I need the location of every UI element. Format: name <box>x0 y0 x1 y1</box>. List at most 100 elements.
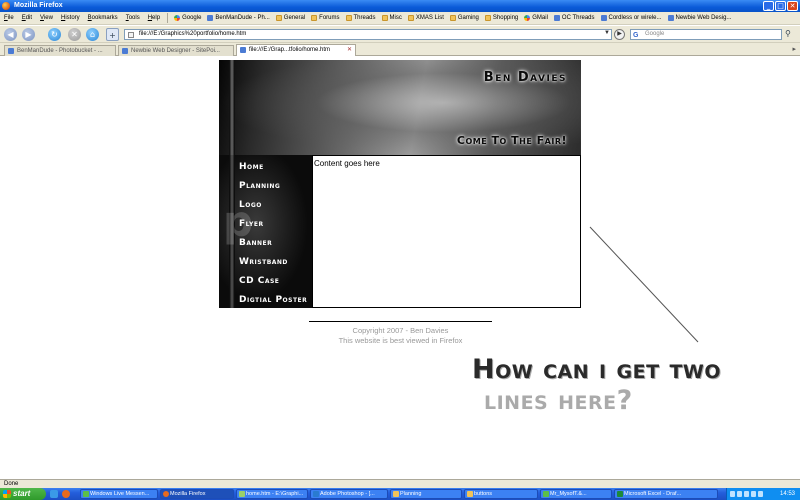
close-button[interactable]: ✕ <box>787 1 798 11</box>
bookmark-google[interactable]: Google <box>171 15 204 21</box>
bookmark-gmail[interactable]: GMail <box>521 15 551 21</box>
bookmark-xmas-list[interactable]: XMAS List <box>405 15 447 21</box>
bookmark-label: General <box>283 15 306 21</box>
bookmark-oc-threads[interactable]: OC Threads <box>551 15 598 21</box>
task-mozilla-firefox[interactable]: Mozilla Firefox <box>160 489 234 499</box>
page-icon <box>8 48 14 54</box>
taskbar: start Windows Live Messen... Mozilla Fir… <box>0 488 800 500</box>
messenger-icon <box>543 491 549 497</box>
menu-history[interactable]: History <box>57 15 84 21</box>
status-bar: Done <box>0 479 800 488</box>
task-windows-live-messenger[interactable]: Windows Live Messen... <box>80 489 158 499</box>
page-icon <box>240 47 246 53</box>
firefox-icon <box>163 491 169 497</box>
tray-icons <box>730 491 763 497</box>
page-icon <box>667 15 674 21</box>
tray-network-icon[interactable] <box>730 491 735 497</box>
bookmark-misc[interactable]: Misc <box>379 15 405 21</box>
bookmark-gaming[interactable]: Gaming <box>447 15 482 21</box>
menu-edit[interactable]: Edit <box>18 15 36 21</box>
folder-icon <box>275 15 282 21</box>
bookmark-label: Forums <box>319 15 340 21</box>
page-icon <box>600 15 607 21</box>
task-home-htm-editor[interactable]: home.htm - E:\Graphi... <box>236 489 308 499</box>
tray-antivirus-icon[interactable] <box>751 491 756 497</box>
task-label: buttons <box>474 491 493 497</box>
new-tab-button[interactable]: + <box>106 28 119 41</box>
clock[interactable]: 14:53 <box>780 491 795 497</box>
bookmark-benmandude[interactable]: BenManDude - Ph... <box>204 15 272 21</box>
task-buttons-folder[interactable]: buttons <box>464 489 538 499</box>
task-microsoft-excel[interactable]: Microsoft Excel - Draf... <box>614 489 718 499</box>
search-icon[interactable]: ⚲ <box>785 29 791 38</box>
task-label: Planning <box>400 491 422 497</box>
tab-bar: BenManDude - Photobucket - ... Newbie We… <box>0 43 800 56</box>
task-planning-folder[interactable]: Planning <box>390 489 462 499</box>
messenger-icon <box>83 491 89 497</box>
bookmark-newbie-web[interactable]: Newbie Web Desig... <box>665 15 735 21</box>
status-text: Done <box>4 481 19 487</box>
stop-button[interactable]: ✕ <box>68 28 81 41</box>
bookmark-threads[interactable]: Threads <box>343 15 379 21</box>
windows-logo-icon <box>3 490 11 498</box>
quicklaunch-firefox-icon[interactable] <box>62 490 70 498</box>
google-icon <box>524 15 531 21</box>
start-button[interactable]: start <box>0 488 46 500</box>
bookmark-label: Threads <box>353 15 376 21</box>
tray-volume-icon[interactable] <box>737 491 742 497</box>
task-label: Microsoft Excel - Draf... <box>624 491 682 497</box>
bookmark-shopping[interactable]: Shopping <box>482 15 521 21</box>
url-dropdown-icon[interactable]: ▼ <box>604 30 610 36</box>
tab-list-icon[interactable]: ▸ <box>792 45 796 53</box>
quicklaunch-ie-icon[interactable] <box>50 490 58 498</box>
bookmark-forums[interactable]: Forums <box>308 15 342 21</box>
tray-update-icon[interactable] <box>758 491 763 497</box>
toolbar-separator <box>167 13 169 23</box>
menu-bookmarks[interactable]: Bookmarks <box>84 15 122 21</box>
folder-icon <box>345 15 352 21</box>
menu-view[interactable]: View <box>36 15 57 21</box>
folder-icon <box>484 15 491 21</box>
back-button[interactable]: ◀ <box>4 28 17 41</box>
folder-icon <box>381 15 388 21</box>
menu-file[interactable]: File <box>0 15 18 21</box>
maximize-button[interactable]: □ <box>775 1 786 11</box>
bookmark-cordless[interactable]: Cordless or wirele... <box>598 15 665 21</box>
annotation-line-1: How can i get two <box>472 354 722 385</box>
search-placeholder: Google <box>645 31 665 37</box>
menu-bar: File Edit View History Bookmarks Tools H… <box>0 12 800 25</box>
tab-photobucket[interactable]: BenManDude - Photobucket - ... <box>4 45 116 56</box>
home-button[interactable]: ⌂ <box>86 28 99 41</box>
address-bar[interactable]: file:///E:/Graphics%20portfolio/home.htm <box>124 29 612 40</box>
bookmark-general[interactable]: General <box>273 15 308 21</box>
page-icon <box>207 15 214 21</box>
window-title-bar: Mozilla Firefox _ □ ✕ <box>0 0 800 12</box>
window-controls: _ □ ✕ <box>763 1 798 11</box>
tab-sitepoint[interactable]: Newbie Web Designer - SitePoi... <box>118 45 234 56</box>
system-tray: 14:53 <box>726 488 800 500</box>
annotation-line <box>589 226 699 343</box>
tab-label: BenManDude - Photobucket - ... <box>17 48 103 54</box>
task-label: Mr_MysofT.&... <box>550 491 587 497</box>
bookmark-label: BenManDude - Ph... <box>215 15 270 21</box>
task-adobe-photoshop[interactable]: Adobe Photoshop - [... <box>310 489 388 499</box>
go-button[interactable]: ▶ <box>614 29 625 40</box>
forward-button[interactable]: ▶ <box>22 28 35 41</box>
reload-button[interactable]: ↻ <box>48 28 61 41</box>
bookmark-label: Misc <box>389 15 402 21</box>
folder-icon <box>311 15 318 21</box>
page-icon <box>122 48 128 54</box>
search-input[interactable]: G Google <box>630 29 782 40</box>
stop-icon: ✕ <box>71 30 78 39</box>
task-messenger-chat[interactable]: Mr_MysofT.&... <box>540 489 612 499</box>
minimize-button[interactable]: _ <box>763 1 774 11</box>
folder-icon <box>407 15 414 21</box>
annotation-line-2: lines here? <box>484 385 633 416</box>
menu-tools[interactable]: Tools <box>122 15 144 21</box>
tray-messenger-icon[interactable] <box>744 491 749 497</box>
close-tab-icon[interactable]: ✕ <box>347 45 352 55</box>
menu-help[interactable]: Help <box>144 15 164 21</box>
bookmark-label: Cordless or wirele... <box>608 15 662 21</box>
tab-home-htm[interactable]: file:///E:/Grap...tfolio/home.htm ✕ <box>236 44 356 56</box>
task-label: home.htm - E:\Graphi... <box>246 491 304 497</box>
